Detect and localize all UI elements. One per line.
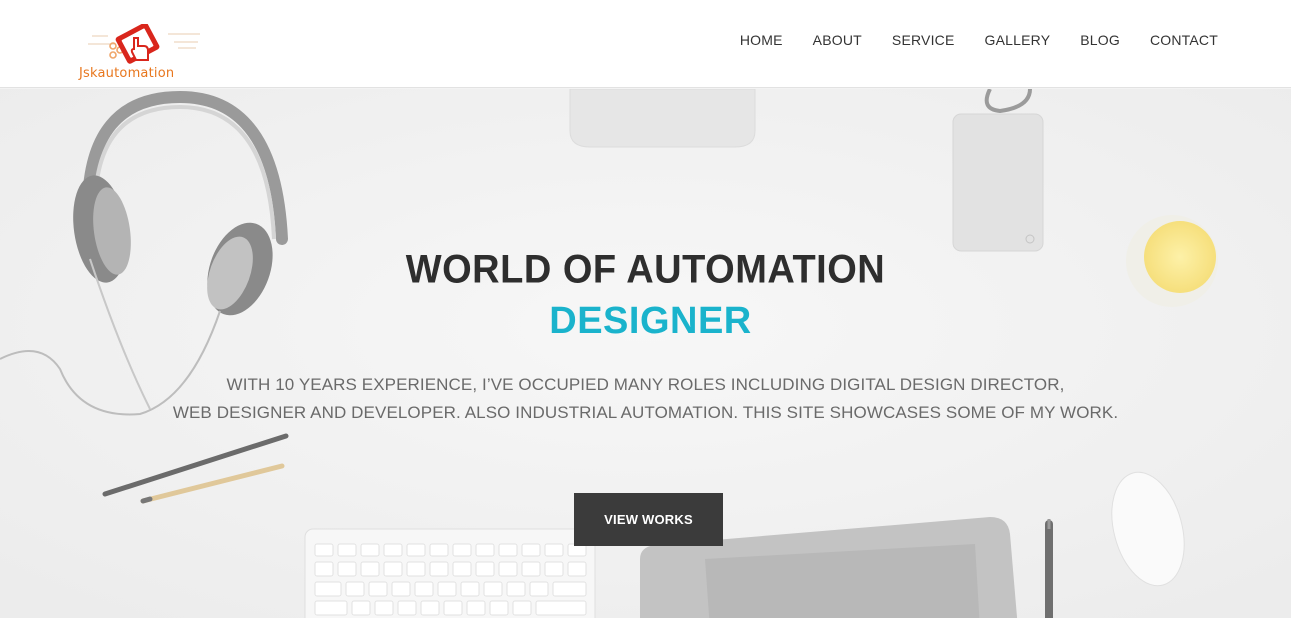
nav-gallery[interactable]: GALLERY <box>985 32 1051 48</box>
site-header: Jskautomation HOME ABOUT SERVICE GALLERY… <box>0 0 1291 88</box>
main-nav: HOME ABOUT SERVICE GALLERY BLOG CONTACT <box>740 32 1218 48</box>
hero-section: WORLD OF AUTOMATION DESIGNER WITH 10 YEA… <box>0 89 1291 618</box>
hero-subtitle: DESIGNER <box>549 300 752 342</box>
hero-description-line2: WEB DESIGNER AND DEVELOPER. ALSO INDUSTR… <box>172 403 1119 422</box>
nav-about[interactable]: ABOUT <box>813 32 862 48</box>
nav-home[interactable]: HOME <box>740 32 783 48</box>
hero-description-line1: WITH 10 YEARS EXPERIENCE, I’VE OCCUPIED … <box>226 375 1065 394</box>
view-works-button[interactable]: VIEW WORKS <box>574 493 723 546</box>
nav-blog[interactable]: BLOG <box>1080 32 1120 48</box>
hero-title: WORLD OF AUTOMATION <box>405 247 886 293</box>
logo-text: Jskautomation <box>79 66 175 81</box>
nav-contact[interactable]: CONTACT <box>1150 32 1218 48</box>
keyboard-image <box>304 528 596 618</box>
site-logo[interactable]: Jskautomation <box>78 24 208 84</box>
nav-service[interactable]: SERVICE <box>892 32 955 48</box>
hand-touch-icon <box>88 24 200 64</box>
hero-description: WITH 10 YEARS EXPERIENCE, I’VE OCCUPIED … <box>0 371 1291 427</box>
